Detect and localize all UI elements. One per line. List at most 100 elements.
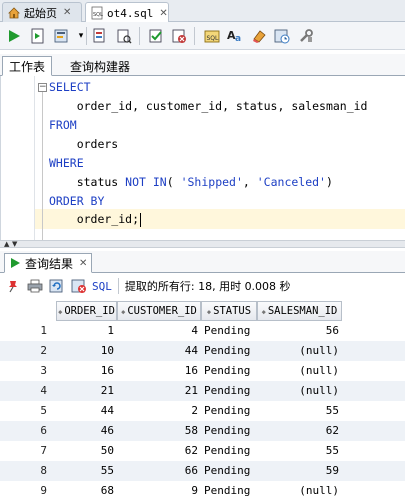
row-number: 6 bbox=[40, 424, 47, 437]
fold-guide bbox=[42, 92, 43, 240]
table-row[interactable]: 7 50 62 Pending 55 bbox=[0, 441, 405, 461]
table-row[interactable]: 8 55 66 Pending 59 bbox=[0, 461, 405, 481]
sql-editor[interactable]: − SELECT order_id, customer_id, status, … bbox=[0, 76, 405, 240]
print-icon[interactable] bbox=[26, 277, 44, 295]
cell-order-id[interactable]: 1 bbox=[56, 321, 117, 341]
tab-label: 工作表 bbox=[9, 59, 46, 74]
text-case-icon[interactable]: Aa bbox=[227, 27, 245, 45]
pin-icon[interactable] bbox=[4, 277, 22, 295]
tab-query-builder[interactable]: 查询构建器 bbox=[64, 56, 136, 76]
pane-splitter[interactable]: ▲ ▼ bbox=[0, 240, 405, 248]
column-header-salesman-id[interactable]: ◆ SALESMAN_ID bbox=[257, 301, 342, 321]
cell-customer-id[interactable]: 4 bbox=[117, 321, 201, 341]
sql-tuning-icon[interactable] bbox=[115, 27, 133, 45]
file-tab-ot4-sql[interactable]: SQL ot4.sql ✕ bbox=[85, 2, 169, 23]
table-row[interactable]: 3 16 16 Pending (null) bbox=[0, 361, 405, 381]
column-header-customer-id[interactable]: ◆ CUSTOMER_ID bbox=[117, 301, 201, 321]
cell-customer-id[interactable]: 16 bbox=[117, 361, 201, 381]
row-number: 8 bbox=[40, 464, 47, 477]
sql-link[interactable]: SQL bbox=[92, 280, 112, 293]
cell-status[interactable]: Pending bbox=[201, 341, 257, 361]
grid-header: ◆ ORDER_ID ◆ CUSTOMER_ID ◆ STATUS ◆ SALESMAN… bbox=[0, 301, 405, 321]
tools-icon[interactable] bbox=[297, 27, 315, 45]
table-row[interactable]: 2 10 44 Pending (null) bbox=[0, 341, 405, 361]
editor-toolbar: ▾ SQL Aa bbox=[0, 22, 405, 50]
cell-salesman-id[interactable]: 56 bbox=[257, 321, 342, 341]
cell-status[interactable]: Pending bbox=[201, 321, 257, 341]
table-row[interactable]: 5 44 2 Pending 55 bbox=[0, 401, 405, 421]
cell-customer-id[interactable]: 58 bbox=[117, 421, 201, 441]
cell-salesman-id[interactable]: (null) bbox=[257, 381, 342, 401]
cell-status[interactable]: Pending bbox=[201, 461, 257, 481]
sql-text: order_id; bbox=[49, 212, 140, 226]
explain-plan-icon[interactable] bbox=[91, 27, 109, 45]
commit-icon[interactable] bbox=[147, 27, 165, 45]
cell-order-id[interactable]: 46 bbox=[56, 421, 117, 441]
cell-salesman-id[interactable]: 55 bbox=[257, 401, 342, 421]
code-line-8: order_id; bbox=[49, 210, 142, 229]
sql-keyword: ORDER BY bbox=[49, 194, 105, 208]
sql-text: orders bbox=[49, 137, 119, 151]
cell-status[interactable]: Pending bbox=[201, 421, 257, 441]
close-icon[interactable]: ✕ bbox=[159, 8, 167, 19]
cell-status[interactable]: Pending bbox=[201, 481, 257, 501]
table-row[interactable]: 6 46 58 Pending 62 bbox=[0, 421, 405, 441]
cell-customer-id[interactable]: 2 bbox=[117, 401, 201, 421]
cell-salesman-id[interactable]: 62 bbox=[257, 421, 342, 441]
cell-customer-id[interactable]: 62 bbox=[117, 441, 201, 461]
sql-keyword: NOT IN bbox=[125, 175, 167, 189]
row-number: 9 bbox=[40, 484, 47, 497]
cell-status[interactable]: Pending bbox=[201, 441, 257, 461]
sql-string-literal: 'Shipped' bbox=[180, 175, 243, 189]
table-row[interactable]: 4 21 21 Pending (null) bbox=[0, 381, 405, 401]
collapse-down-icon[interactable]: ▼ bbox=[12, 241, 17, 248]
cell-order-id[interactable]: 16 bbox=[56, 361, 117, 381]
collapse-up-icon[interactable]: ▲ bbox=[4, 241, 9, 248]
cell-salesman-id[interactable]: (null) bbox=[257, 481, 342, 501]
table-row[interactable]: 9 68 9 Pending (null) bbox=[0, 481, 405, 501]
refresh-icon[interactable] bbox=[48, 277, 66, 295]
cell-status[interactable]: Pending bbox=[201, 381, 257, 401]
autotrace-icon[interactable] bbox=[53, 27, 71, 45]
cell-salesman-id[interactable]: 59 bbox=[257, 461, 342, 481]
tab-query-result[interactable]: 查询结果 ✕ bbox=[4, 253, 93, 273]
sort-icon: ◆ bbox=[206, 308, 212, 316]
code-line-7: ORDER BY bbox=[49, 192, 104, 211]
cell-customer-id[interactable]: 9 bbox=[117, 481, 201, 501]
history-icon[interactable] bbox=[273, 27, 291, 45]
cell-status[interactable]: Pending bbox=[201, 401, 257, 421]
sql-file-icon: SQL bbox=[90, 6, 104, 20]
table-row[interactable]: 1 1 4 Pending 56 bbox=[0, 321, 405, 341]
cell-customer-id[interactable]: 66 bbox=[117, 461, 201, 481]
tab-worksheet[interactable]: 工作表 bbox=[2, 56, 53, 76]
sort-icon: ◆ bbox=[261, 308, 266, 316]
eraser-icon[interactable] bbox=[250, 27, 268, 45]
row-number: 2 bbox=[40, 344, 47, 357]
run-statement-icon[interactable] bbox=[5, 27, 23, 45]
run-script-icon[interactable] bbox=[29, 27, 47, 45]
unshared-sql-worksheet-icon[interactable]: SQL bbox=[203, 27, 221, 45]
rollback-icon[interactable] bbox=[170, 27, 188, 45]
sql-text: , bbox=[242, 175, 257, 189]
close-icon[interactable]: ✕ bbox=[79, 258, 87, 269]
cell-salesman-id[interactable]: 55 bbox=[257, 441, 342, 461]
cell-customer-id[interactable]: 44 bbox=[117, 341, 201, 361]
cell-salesman-id[interactable]: (null) bbox=[257, 341, 342, 361]
close-icon[interactable]: ✕ bbox=[63, 7, 71, 18]
cell-order-id[interactable]: 21 bbox=[56, 381, 117, 401]
chevron-down-icon[interactable]: ▾ bbox=[72, 27, 90, 45]
column-header-order-id[interactable]: ◆ ORDER_ID bbox=[56, 301, 117, 321]
delete-icon[interactable] bbox=[70, 277, 88, 295]
cell-order-id[interactable]: 44 bbox=[56, 401, 117, 421]
cell-order-id[interactable]: 10 bbox=[56, 341, 117, 361]
column-header-status[interactable]: ◆ STATUS bbox=[201, 301, 257, 321]
cell-customer-id[interactable]: 21 bbox=[117, 381, 201, 401]
fold-toggle-icon[interactable]: − bbox=[38, 83, 47, 92]
cell-order-id[interactable]: 50 bbox=[56, 441, 117, 461]
cell-status[interactable]: Pending bbox=[201, 361, 257, 381]
cell-order-id[interactable]: 55 bbox=[56, 461, 117, 481]
cell-salesman-id[interactable]: (null) bbox=[257, 361, 342, 381]
cell-order-id[interactable]: 68 bbox=[56, 481, 117, 501]
file-tab-start-page[interactable]: 起始页 ✕ bbox=[2, 2, 82, 22]
code-line-6: status NOT IN( 'Shipped', 'Canceled') bbox=[49, 173, 333, 192]
